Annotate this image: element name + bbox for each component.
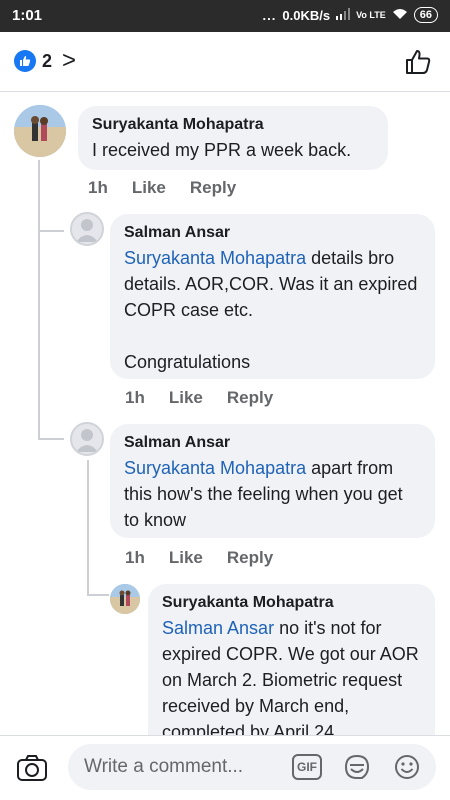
comment-composer: GIF	[0, 735, 450, 800]
avatar[interactable]	[70, 212, 104, 246]
comment-bubble: Suryakanta Mohapatra Salman Ansar no it'…	[148, 584, 435, 754]
comment-text-line: Congratulations	[124, 352, 251, 372]
battery-indicator: 66	[413, 7, 438, 23]
avatar[interactable]	[14, 105, 66, 157]
comment-input[interactable]	[84, 752, 284, 782]
status-time: 1:01	[12, 7, 43, 24]
mention-link[interactable]: Suryakanta Mohapatra	[124, 248, 306, 268]
like-button[interactable]: Like	[132, 178, 166, 198]
like-reaction-icon	[14, 50, 36, 72]
wifi-icon	[392, 8, 408, 23]
thread-line	[38, 160, 40, 440]
reply-button[interactable]: Reply	[227, 548, 273, 568]
comment-text: Suryakanta Mohapatra details bro details…	[124, 245, 421, 323]
reactions-header: 2 >	[0, 32, 450, 92]
comment-author[interactable]: Salman Ansar	[124, 434, 421, 452]
sticker-icon[interactable]	[342, 752, 372, 787]
like-outline-icon[interactable]	[404, 48, 432, 81]
avatar[interactable]	[70, 422, 104, 456]
comment-time: 1h	[125, 548, 145, 567]
thread-line	[87, 460, 89, 595]
camera-icon[interactable]	[16, 754, 48, 787]
comment-actions: 1h Like Reply	[88, 178, 236, 198]
comment-bubble: Suryakanta Mohapatra I received my PPR a…	[78, 106, 388, 170]
comment-text: Suryakanta Mohapatra apart from this how…	[124, 455, 421, 533]
comment-bubble: Salman Ansar Suryakanta Mohapatra apart …	[110, 424, 435, 538]
like-button[interactable]: Like	[169, 548, 203, 568]
status-indicators: ... 0.0KB/s Vo LTE 66	[263, 7, 438, 23]
mention-link[interactable]: Suryakanta Mohapatra	[124, 458, 306, 478]
thread-branch	[87, 594, 109, 596]
thread-branch	[38, 230, 64, 232]
comment-bubble: Salman Ansar Suryakanta Mohapatra detail…	[110, 214, 435, 379]
status-bar: 1:01 ... 0.0KB/s Vo LTE 66	[0, 0, 450, 32]
notification-dots: ...	[262, 7, 277, 23]
thread-branch	[38, 438, 64, 440]
gif-button[interactable]: GIF	[292, 754, 322, 780]
comment-author[interactable]: Salman Ansar	[124, 224, 421, 242]
emoji-icon[interactable]	[392, 752, 422, 787]
reply-button[interactable]: Reply	[227, 388, 273, 408]
volte-label: Vo LTE	[356, 9, 386, 20]
mention-link[interactable]: Salman Ansar	[162, 618, 274, 638]
reaction-count: 2	[42, 50, 53, 71]
comment-author[interactable]: Suryakanta Mohapatra	[92, 116, 374, 134]
comment-actions: 1h Like Reply	[125, 388, 273, 408]
reactions-summary[interactable]: 2 >	[14, 47, 77, 74]
signal-icon	[336, 7, 351, 23]
network-speed: 0.0KB/s	[282, 7, 331, 23]
like-button[interactable]: Like	[169, 388, 203, 408]
comment-text: Salman Ansar no it's not for expired COP…	[162, 615, 421, 745]
comment-actions: 1h Like Reply	[125, 548, 273, 568]
comment-time: 1h	[125, 388, 145, 407]
comment-text: I received my PPR a week back.	[92, 140, 352, 160]
reply-button[interactable]: Reply	[190, 178, 236, 198]
chevron-right-icon: >	[62, 47, 77, 74]
avatar[interactable]	[110, 584, 140, 614]
comment-input-box[interactable]: GIF	[68, 744, 436, 790]
comment-author[interactable]: Suryakanta Mohapatra	[162, 594, 421, 612]
comment-time: 1h	[88, 178, 108, 197]
